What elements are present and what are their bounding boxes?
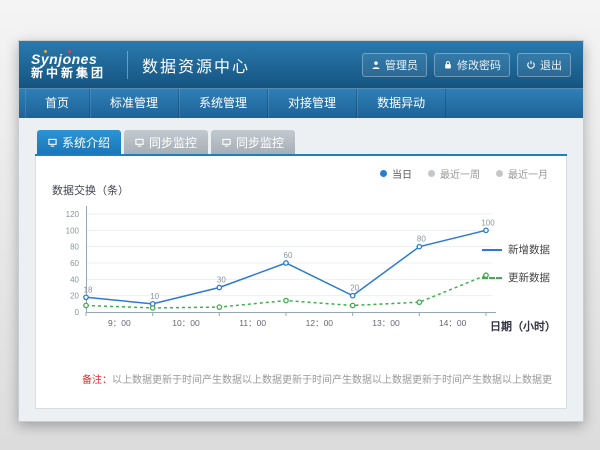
nav-item-5[interactable]: 数据异动 [357,89,446,118]
series-legend-item-2[interactable]: 更新数据 [482,270,558,285]
svg-text:100: 100 [481,218,495,227]
desktop: { "header": { "logo_line1": "Synjones", … [0,0,600,450]
nav-item-2[interactable]: 标准管理 [90,89,179,118]
svg-text:60: 60 [284,251,293,260]
footnote-text: 以上数据更新于时间产生数据以上数据更新于时间产生数据以上数据更新于时间产生数据以… [112,375,552,386]
content-area: 系统介绍 同步监控 同步监控 当日 最近一周 最近一月 数据交换（条） 0 20 40 60 8… [19,118,583,409]
series-line-1 [86,230,486,304]
lock-icon [443,60,453,70]
svg-text:80: 80 [70,243,79,252]
user-icon [371,60,381,70]
legend-dot-icon [428,170,435,177]
logo-dot-orange-icon [44,50,47,53]
period-legend-label: 最近一周 [440,166,480,181]
tab-monitor-icon [135,138,144,147]
period-legend: 当日 最近一周 最近一月 [380,166,548,181]
header-divider [127,51,128,79]
svg-text:60: 60 [70,259,79,268]
tab-1[interactable]: 系统介绍 [37,130,121,154]
admin-user-button[interactable]: 管理员 [362,53,427,77]
series-line-sample-icon [482,277,502,279]
admin-user-label: 管理员 [385,57,418,73]
logo-text-cn: 新中新集团 [31,67,113,81]
chart-panel: 当日 最近一周 最近一月 数据交换（条） 0 20 40 60 80 100 120 9：00 10… [35,156,567,409]
svg-text:10：00: 10：00 [172,318,200,328]
tab-3[interactable]: 同步监控 [211,130,295,154]
series-legend-item-1[interactable]: 新增数据 [482,242,558,257]
svg-text:80: 80 [417,235,426,244]
series-legend-label: 更新数据 [508,270,550,285]
series-legend-label: 新增数据 [508,242,550,257]
footnote: 备注：以上数据更新于时间产生数据以上数据更新于时间产生数据以上数据更新于时间产生… [82,371,552,386]
main-nav: 首页标准管理系统管理对接管理数据异动 [19,88,583,118]
svg-text:18: 18 [84,285,93,294]
line-chart: 0 20 40 60 80 100 120 9：00 10：00 11：00 12：00 13：00 1… [46,200,516,350]
svg-text:20: 20 [350,284,359,293]
chart-title: 数据交换（条） [52,182,129,198]
logout-button[interactable]: 退出 [517,53,571,77]
logo-dot-red-icon [68,50,71,53]
svg-text:12：00: 12：00 [306,318,334,328]
change-password-label: 修改密码 [457,57,501,73]
power-icon [526,60,536,70]
svg-text:120: 120 [66,210,80,219]
svg-text:40: 40 [70,275,79,284]
app-title: 数据资源中心 [142,53,250,77]
svg-text:0: 0 [75,308,80,317]
svg-text:9：00: 9：00 [108,318,131,328]
nav-item-1[interactable]: 首页 [25,89,90,118]
svg-text:10: 10 [150,292,159,301]
svg-text:20: 20 [70,292,79,301]
header-actions: 管理员 修改密码 退出 [362,53,571,77]
tab-bar: 系统介绍 同步监控 同步监控 [35,130,567,156]
series-legend: 新增数据更新数据 [482,242,558,298]
legend-dot-icon [380,170,387,177]
svg-text:30: 30 [217,276,226,285]
svg-text:13：00: 13：00 [372,318,400,328]
x-axis-label: 日期（小时） [490,318,556,334]
footnote-label: 备注： [82,375,112,386]
tab-label: 同步监控 [236,134,284,151]
logout-label: 退出 [540,57,562,73]
change-password-button[interactable]: 修改密码 [434,53,510,77]
logo-text-en: Synjones [31,51,113,67]
period-legend-label: 当日 [392,166,412,181]
tab-label: 同步监控 [149,134,197,151]
period-legend-item-3[interactable]: 最近一月 [496,166,548,181]
legend-dot-icon [496,170,503,177]
tab-monitor-icon [48,138,57,147]
tab-monitor-icon [222,138,231,147]
period-legend-item-2[interactable]: 最近一周 [428,166,480,181]
svg-text:100: 100 [66,226,80,235]
app-window: Synjones 新中新集团 数据资源中心 管理员 修改密码 退出 首页标准管理… [18,40,584,422]
series-line-sample-icon [482,249,502,251]
period-legend-item-1[interactable]: 当日 [380,166,412,181]
nav-item-3[interactable]: 系统管理 [179,89,268,118]
svg-text:14：00: 14：00 [439,318,467,328]
nav-item-4[interactable]: 对接管理 [268,89,357,118]
svg-text:11：00: 11：00 [239,318,266,328]
tab-label: 系统介绍 [62,134,110,151]
period-legend-label: 最近一月 [508,166,548,181]
app-header: Synjones 新中新集团 数据资源中心 管理员 修改密码 退出 [19,41,583,88]
tab-2[interactable]: 同步监控 [124,130,208,154]
logo: Synjones 新中新集团 [31,51,113,81]
